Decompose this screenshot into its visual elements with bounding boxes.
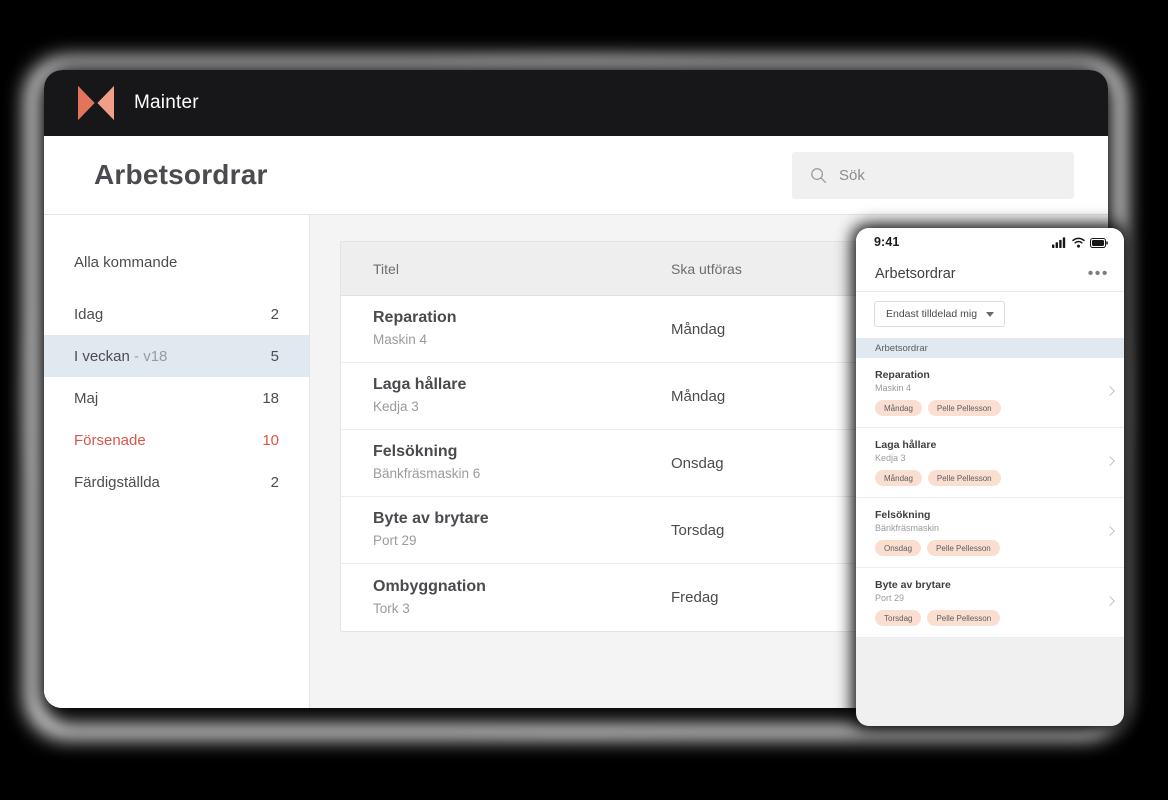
row-title: Laga hållare — [373, 376, 467, 394]
sidebar-item-label: Försenade — [74, 431, 146, 449]
row-title: Ombyggnation — [373, 577, 486, 595]
chevron-right-icon — [1105, 525, 1115, 536]
assignee-badge: Pelle Pellesson — [927, 540, 1000, 556]
list-item-pills: Torsdag Pelle Pellesson — [875, 610, 1100, 626]
search-placeholder: Sök — [839, 166, 865, 184]
day-badge: Onsdag — [875, 540, 922, 556]
list-item-asset: Kedja 3 — [875, 453, 906, 463]
day-badge: Måndag — [875, 470, 922, 486]
phone-filter-bar: Endast tilldelad mig — [856, 292, 1124, 338]
row-asset: Maskin 4 — [373, 332, 428, 348]
column-header-titel: Titel — [373, 260, 399, 277]
mainter-logo-icon — [78, 86, 114, 120]
row-asset: Tork 3 — [373, 600, 410, 616]
phone-header: Arbetsordrar ••• — [856, 256, 1124, 292]
list-item[interactable]: Felsökning Bänkfräsmaskin Onsdag Pelle P… — [856, 498, 1124, 568]
more-options-icon[interactable]: ••• — [1088, 265, 1109, 282]
sidebar-item-count: 10 — [262, 431, 279, 449]
phone-status-bar: 9:41 — [856, 228, 1124, 256]
screenshot-canvas: Mainter Arbetsordrar Sök Alla kommande I… — [0, 0, 1168, 800]
row-due: Måndag — [671, 320, 726, 338]
search-input[interactable]: Sök — [792, 151, 1074, 199]
day-badge: Måndag — [875, 400, 922, 416]
search-icon — [811, 167, 827, 183]
chevron-right-icon — [1105, 455, 1115, 466]
list-item-asset: Bänkfräsmaskin — [875, 523, 940, 533]
list-item-asset: Port 29 — [875, 593, 905, 603]
phone-section-header: Arbetsordrar — [856, 338, 1124, 358]
list-item-asset: Maskin 4 — [875, 383, 912, 393]
sidebar-item-label: Färdigställda — [74, 473, 160, 491]
sidebar-item-i-veckan[interactable]: I veckan - v18 5 — [44, 335, 309, 377]
row-asset: Bänkfräsmaskin 6 — [373, 466, 481, 482]
list-item-pills: Måndag Pelle Pellesson — [875, 470, 1100, 486]
sidebar-item-alla-kommande[interactable]: Alla kommande — [44, 241, 309, 283]
phone-work-order-list: Reparation Maskin 4 Måndag Pelle Pelless… — [856, 358, 1124, 638]
phone-device: 9:41 Arbetsordrar ••• Endast tilldelad m… — [856, 228, 1124, 726]
assignee-filter-label: Endast tilldelad mig — [886, 308, 978, 320]
brand-name: Mainter — [134, 92, 199, 113]
sidebar-item-label: Idag — [74, 305, 104, 323]
chevron-down-icon — [986, 311, 995, 317]
assignee-badge: Pelle Pellesson — [927, 400, 1001, 416]
sidebar-item-count: 2 — [270, 305, 279, 323]
sidebar-item-maj[interactable]: Maj 18 — [44, 377, 309, 419]
wifi-icon — [1072, 237, 1085, 248]
app-topbar: Mainter — [44, 70, 1108, 136]
list-item[interactable]: Reparation Maskin 4 Måndag Pelle Pelless… — [856, 358, 1124, 428]
row-title: Reparation — [373, 309, 457, 327]
column-header-ska-utforas: Ska utföras — [671, 260, 742, 277]
sidebar-item-fardigstallda[interactable]: Färdigställda 2 — [44, 461, 309, 503]
row-due: Onsdag — [671, 454, 724, 472]
list-item-title: Reparation — [875, 369, 930, 381]
sidebar: Alla kommande Idag 2 I veckan - v18 5 Ma… — [44, 214, 310, 708]
battery-icon — [1090, 237, 1108, 248]
page-header: Arbetsordrar Sök — [44, 136, 1108, 214]
row-due: Torsdag — [671, 521, 725, 539]
sidebar-item-count: 18 — [262, 389, 279, 407]
row-asset: Port 29 — [373, 533, 417, 549]
sidebar-item-label: Maj — [74, 389, 99, 407]
sidebar-item-count: 2 — [270, 473, 279, 491]
chevron-right-icon — [1105, 595, 1115, 606]
status-clock: 9:41 — [874, 235, 900, 249]
list-item-title: Felsökning — [875, 509, 931, 521]
status-icons — [1052, 236, 1108, 248]
sidebar-item-forsenade[interactable]: Försenade 10 — [44, 419, 309, 461]
row-due: Fredag — [671, 589, 719, 606]
cellular-signal-icon — [1052, 236, 1066, 248]
sidebar-item-label: I veckan — [74, 347, 130, 365]
list-item-title: Laga hållare — [875, 439, 937, 451]
phone-page-title: Arbetsordrar — [875, 265, 956, 282]
assignee-badge: Pelle Pellesson — [927, 610, 1001, 626]
row-title: Byte av brytare — [373, 510, 489, 528]
assignee-filter-dropdown[interactable]: Endast tilldelad mig — [874, 301, 1006, 327]
day-badge: Torsdag — [875, 610, 922, 626]
row-asset: Kedja 3 — [373, 399, 419, 415]
sidebar-item-count: 5 — [270, 347, 279, 365]
page-title: Arbetsordrar — [94, 159, 268, 190]
list-item-pills: Onsdag Pelle Pellesson — [875, 540, 1100, 556]
sidebar-item-label: Alla kommande — [74, 253, 178, 271]
sidebar-item-week: - v18 — [129, 347, 168, 365]
list-item-pills: Måndag Pelle Pellesson — [875, 400, 1100, 416]
row-due: Måndag — [671, 387, 726, 405]
list-item[interactable]: Laga hållare Kedja 3 Måndag Pelle Pelles… — [856, 428, 1124, 498]
row-title: Felsökning — [373, 443, 458, 461]
assignee-badge: Pelle Pellesson — [927, 470, 1001, 486]
sidebar-item-idag[interactable]: Idag 2 — [44, 293, 309, 335]
list-item[interactable]: Byte av brytare Port 29 Torsdag Pelle Pe… — [856, 568, 1124, 638]
chevron-right-icon — [1105, 385, 1115, 396]
list-item-title: Byte av brytare — [875, 579, 951, 591]
